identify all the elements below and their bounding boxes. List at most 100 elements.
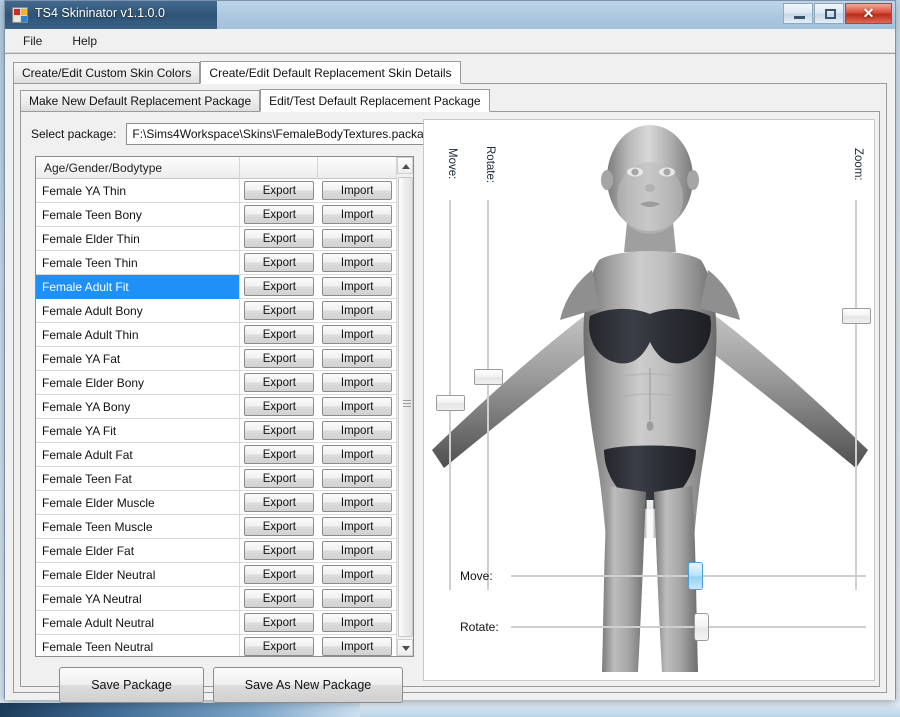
move-vertical-slider-thumb[interactable] <box>436 395 465 411</box>
table-row[interactable]: Female YA BonyExport Import <box>36 395 396 419</box>
import-button[interactable]: Import <box>322 301 392 320</box>
table-row[interactable]: Female YA FitExportImport <box>36 419 396 443</box>
export-button[interactable]: Export <box>244 469 314 488</box>
import-button[interactable]: Import <box>322 445 392 464</box>
rotate-vertical-slider-thumb[interactable] <box>474 369 503 385</box>
table-row[interactable]: Female Adult FitExportImport <box>36 275 396 299</box>
rotate-horizontal-slider[interactable]: Rotate: <box>460 620 866 634</box>
import-button[interactable]: Import <box>322 589 392 608</box>
minimize-button[interactable] <box>783 3 813 24</box>
bodytype-name-cell: Female YA Bony <box>36 395 240 419</box>
import-button[interactable]: Import <box>322 517 392 536</box>
tab-create-edit-custom-skin-colors[interactable]: Create/Edit Custom Skin Colors <box>13 62 200 84</box>
table-row[interactable]: Female Elder NeutralExport Import <box>36 563 396 587</box>
import-button[interactable]: Import <box>322 229 392 248</box>
rotate-horizontal-slider-track[interactable] <box>511 626 866 628</box>
export-button[interactable]: Export <box>244 301 314 320</box>
import-button[interactable]: Import <box>322 325 392 344</box>
export-button[interactable]: Export <box>244 517 314 536</box>
import-button[interactable]: Import <box>322 469 392 488</box>
export-button[interactable]: Export <box>244 613 314 632</box>
import-cell: Import <box>318 205 396 224</box>
export-button[interactable]: Export <box>244 253 314 272</box>
maximize-button[interactable] <box>814 3 844 24</box>
export-button[interactable]: Export <box>244 565 314 584</box>
import-button[interactable]: Import <box>322 541 392 560</box>
import-button[interactable]: Import <box>322 421 392 440</box>
export-button[interactable]: Export <box>244 229 314 248</box>
zoom-vertical-slider-track[interactable] <box>855 200 857 590</box>
import-button[interactable]: Import <box>322 493 392 512</box>
bodytype-name-cell: Female Elder Bony <box>36 371 240 395</box>
table-row[interactable]: Female Adult ThinExportImport <box>36 323 396 347</box>
import-button[interactable]: Import <box>322 253 392 272</box>
export-button[interactable]: Export <box>244 349 314 368</box>
table-row[interactable]: Female Elder MuscleExportImport <box>36 491 396 515</box>
table-row[interactable]: Female Elder ThinExport Import <box>36 227 396 251</box>
bodytype-name-cell: Female YA Neutral <box>36 587 240 611</box>
export-button[interactable]: Export <box>244 277 314 296</box>
import-button[interactable]: Import <box>322 373 392 392</box>
table-row[interactable]: Female Teen MuscleExportImport <box>36 515 396 539</box>
export-cell: Export <box>240 469 318 488</box>
move-horizontal-slider[interactable]: Move: <box>460 569 866 583</box>
zoom-vertical-slider-thumb[interactable] <box>842 308 871 324</box>
import-button[interactable]: Import <box>322 205 392 224</box>
rotate-vertical-slider-track[interactable] <box>487 200 489 590</box>
export-button[interactable]: Export <box>244 493 314 512</box>
export-cell: Export <box>240 445 318 464</box>
tab-make-new-default-replacement-package[interactable]: Make New Default Replacement Package <box>20 90 260 112</box>
scroll-up-arrow-icon[interactable] <box>397 157 413 174</box>
table-row[interactable]: Female Teen ThinExportImport <box>36 251 396 275</box>
table-row[interactable]: Female Teen NeutralExportImport <box>36 635 396 656</box>
scrollbar-thumb[interactable] <box>398 177 413 637</box>
move-horizontal-slider-thumb[interactable] <box>688 562 703 590</box>
export-button[interactable]: Export <box>244 541 314 560</box>
import-cell: Import <box>318 469 396 488</box>
import-button[interactable]: Import <box>322 637 392 656</box>
table-row[interactable]: Female Adult BonyExportImport <box>36 299 396 323</box>
grid-scrollbar[interactable] <box>396 157 413 656</box>
export-cell: Export <box>240 325 318 344</box>
move-horizontal-slider-track[interactable] <box>511 575 866 577</box>
table-row[interactable]: Female Teen BonyExportImport <box>36 203 396 227</box>
table-row[interactable]: Female Adult FatExportImport <box>36 443 396 467</box>
save-package-button[interactable]: Save Package <box>59 667 204 703</box>
taskbar <box>0 703 900 717</box>
import-button[interactable]: Import <box>322 613 392 632</box>
bodytype-name-cell: Female Elder Thin <box>36 227 240 251</box>
export-button[interactable]: Export <box>244 445 314 464</box>
table-row[interactable]: Female Elder BonyExport Import <box>36 371 396 395</box>
package-label: Select package: <box>31 127 116 141</box>
export-button[interactable]: Export <box>244 181 314 200</box>
export-button[interactable]: Export <box>244 325 314 344</box>
close-button[interactable]: ✕ <box>845 3 892 24</box>
export-button[interactable]: Export <box>244 421 314 440</box>
table-row[interactable]: Female Adult NeutralExport Import <box>36 611 396 635</box>
export-button[interactable]: Export <box>244 205 314 224</box>
rotate-horizontal-slider-thumb[interactable] <box>694 613 709 641</box>
tab-create-edit-default-replacement-skin-details[interactable]: Create/Edit Default Replacement Skin Det… <box>200 61 460 84</box>
table-row[interactable]: Female YA NeutralExport Import <box>36 587 396 611</box>
table-row[interactable]: Female YA FatExportImport <box>36 347 396 371</box>
table-row[interactable]: Female Elder FatExportImport <box>36 539 396 563</box>
import-button[interactable]: Import <box>322 397 392 416</box>
table-row[interactable]: Female Teen FatExportImport <box>36 467 396 491</box>
bodytype-name-cell: Female Elder Neutral <box>36 563 240 587</box>
model-preview-panel[interactable]: Move: Rotate: Zoom: <box>423 119 875 681</box>
tab-edit-test-default-replacement-package[interactable]: Edit/Test Default Replacement Package <box>260 89 489 112</box>
table-row[interactable]: Female YA ThinExportImport <box>36 179 396 203</box>
scroll-down-arrow-icon[interactable] <box>397 639 413 656</box>
menu-item-help[interactable]: Help <box>68 32 101 50</box>
save-as-new-package-button[interactable]: Save As New Package <box>213 667 403 703</box>
import-button[interactable]: Import <box>322 565 392 584</box>
export-button[interactable]: Export <box>244 373 314 392</box>
export-button[interactable]: Export <box>244 589 314 608</box>
export-button[interactable]: Export <box>244 637 314 656</box>
menu-item-file[interactable]: File <box>19 32 46 50</box>
import-button[interactable]: Import <box>322 349 392 368</box>
import-button[interactable]: Import <box>322 277 392 296</box>
bodytype-name-cell: Female Adult Neutral <box>36 611 240 635</box>
export-button[interactable]: Export <box>244 397 314 416</box>
import-button[interactable]: Import <box>322 181 392 200</box>
